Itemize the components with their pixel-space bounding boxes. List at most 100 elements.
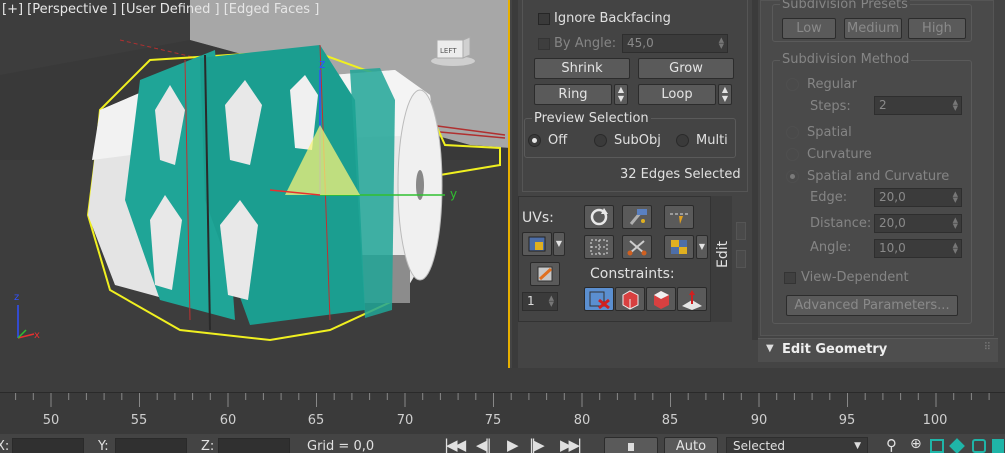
viewport-label[interactable]: [+] [Perspective ] [User Defined ] [Edge… [2, 2, 319, 17]
edge-label: Edge: [810, 190, 848, 205]
map-checker-icon[interactable] [664, 235, 694, 259]
preset-medium-button[interactable]: Medium [844, 18, 902, 39]
loop-spinner-icon[interactable]: ▲ ▼ [718, 84, 732, 105]
zoom-extents-icon[interactable] [930, 439, 944, 453]
uv-dropdown-icon[interactable]: ▼ [553, 232, 565, 256]
play-icon[interactable]: ▶ [507, 436, 519, 453]
frame-tick-label: 65 [307, 413, 325, 428]
spinner-arrows-icon[interactable]: ▲ ▼ [719, 37, 724, 50]
grid-select-icon[interactable] [584, 235, 614, 259]
frame-tick-label: 50 [42, 413, 60, 428]
face-constraint-icon[interactable] [646, 287, 676, 311]
uv-channel-spinner[interactable]: 1 ▲ ▼ [522, 292, 558, 311]
pan-icon[interactable] [992, 439, 1004, 453]
no-constraint-icon[interactable] [584, 287, 614, 311]
z-coord-label: Z: [201, 439, 215, 453]
loop-button[interactable]: Loop [638, 84, 716, 105]
preview-off-radio[interactable] [528, 134, 541, 147]
perspective-viewport[interactable]: z y z x [+] [Perspective ] [User Defined… [0, 0, 510, 368]
angle-spinner[interactable]: 10,0 ▲ ▼ [874, 239, 962, 258]
frame-tick-label: 55 [130, 413, 148, 428]
zoom-icon[interactable]: ⚲ [886, 436, 897, 453]
grow-button[interactable]: Grow [638, 58, 734, 79]
spinner-arrows-icon[interactable]: ▲ ▼ [953, 191, 958, 204]
by-angle-checkbox[interactable] [538, 38, 550, 50]
spinner-arrows-icon[interactable]: ▲ ▼ [953, 217, 958, 230]
by-angle-label: By Angle: [554, 36, 617, 51]
x-coord-field[interactable] [12, 438, 84, 453]
by-angle-spinner[interactable]: 45,0 ▲ ▼ [622, 34, 728, 53]
distance-label: Distance: [810, 216, 872, 231]
presets-title: Subdivision Presets [780, 0, 910, 12]
y-coord-label: Y: [98, 439, 109, 453]
frame-ruler[interactable]: 50 55 60 65 70 75 80 85 90 95 100 [0, 392, 1005, 434]
tool-dropdown-icon[interactable]: ▼ [696, 235, 708, 259]
distance-spinner[interactable]: 20,0 ▲ ▼ [874, 214, 962, 233]
rollout-toggle-icon[interactable]: ▼ [766, 343, 774, 354]
advanced-parameters-button[interactable]: Advanced Parameters... [786, 295, 958, 316]
preset-low-button[interactable]: Low [782, 18, 836, 39]
previous-frame-icon[interactable]: ◀|| [476, 436, 492, 453]
regular-radio[interactable] [786, 78, 799, 91]
curvature-radio[interactable] [786, 148, 799, 161]
frame-tick-label: 75 [484, 413, 502, 428]
view-dependent-checkbox[interactable] [784, 272, 796, 284]
go-to-start-icon[interactable]: |◀◀ [444, 436, 466, 453]
steps-spinner[interactable]: 2 ▲ ▼ [874, 96, 962, 115]
paint-icon[interactable] [530, 262, 560, 286]
preview-selection-title: Preview Selection [532, 111, 651, 126]
frame-tick-label: 70 [396, 413, 414, 428]
ignore-backfacing-checkbox[interactable] [538, 13, 550, 25]
edge-constraint-icon[interactable] [615, 287, 645, 311]
dropdown-arrow-icon[interactable]: ▼ [854, 438, 861, 453]
viewcube[interactable]: LEFT [430, 34, 476, 68]
x-coord-label: X: [0, 439, 10, 453]
spatial-curvature-radio[interactable] [786, 170, 799, 183]
next-frame-icon[interactable]: ||▶ [529, 436, 545, 453]
cut-lines-icon[interactable] [664, 205, 694, 229]
field-of-view-icon[interactable] [972, 439, 986, 453]
frame-tick-label: 80 [573, 413, 591, 428]
normal-constraint-icon[interactable] [677, 287, 707, 311]
uv-lock-icon[interactable] [522, 232, 552, 256]
zoom-extents-selected-icon[interactable] [949, 438, 965, 453]
ignore-backfacing-label: Ignore Backfacing [554, 11, 671, 26]
selection-set-dropdown[interactable]: Selected ▼ [726, 437, 868, 453]
set-key-button[interactable] [604, 437, 658, 453]
spinner-arrows-icon[interactable]: ▲ ▼ [953, 99, 958, 112]
edit-tab[interactable]: Edit [710, 196, 732, 322]
selection-panel: Ignore Backfacing By Angle: 45,0 ▲ ▼ Shri… [512, 0, 750, 368]
frame-tick-label: 85 [661, 413, 679, 428]
rotate-icon[interactable] [584, 205, 614, 229]
scissors-icon[interactable] [622, 235, 652, 259]
ring-button[interactable]: Ring [534, 84, 612, 105]
shrink-button[interactable]: Shrink [534, 58, 630, 79]
zoom-all-icon[interactable]: ⊕ [910, 436, 922, 452]
distance-value: 20,0 [879, 216, 906, 230]
rollout-grip-icon[interactable]: ⠿ [984, 342, 991, 353]
preview-multi-label: Multi [696, 133, 728, 148]
uvs-label: UVs: [522, 210, 554, 226]
preview-multi-radio[interactable] [676, 134, 689, 147]
edit-geometry-rollout[interactable]: ▼ Edit Geometry ⠿ [758, 338, 998, 362]
hammer-icon[interactable] [622, 205, 652, 229]
by-angle-value: 45,0 [627, 36, 654, 50]
spatial-curvature-label: Spatial and Curvature [807, 169, 950, 184]
preset-high-button[interactable]: High [908, 18, 966, 39]
spatial-radio[interactable] [786, 126, 799, 139]
y-coord-field[interactable] [115, 438, 187, 453]
ring-spinner-icon[interactable]: ▲ ▼ [614, 84, 628, 105]
spinner-arrows-icon[interactable]: ▲ ▼ [549, 295, 554, 308]
spinner-arrows-icon[interactable]: ▲ ▼ [953, 242, 958, 255]
timeline[interactable]: 50 55 60 65 70 75 80 85 90 95 100 [0, 368, 1005, 434]
right-scrollbar[interactable] [752, 0, 758, 340]
go-to-end-icon[interactable]: ▶▶| [560, 436, 582, 453]
edge-spinner[interactable]: 20,0 ▲ ▼ [874, 188, 962, 207]
side-tab-1[interactable] [736, 222, 746, 240]
z-coord-field[interactable] [218, 438, 290, 453]
preview-subobj-label: SubObj [614, 133, 661, 148]
preview-subobj-radio[interactable] [594, 134, 607, 147]
uv-channel-value: 1 [527, 294, 535, 308]
auto-key-button[interactable]: Auto [664, 437, 718, 453]
side-tab-2[interactable] [736, 250, 746, 268]
